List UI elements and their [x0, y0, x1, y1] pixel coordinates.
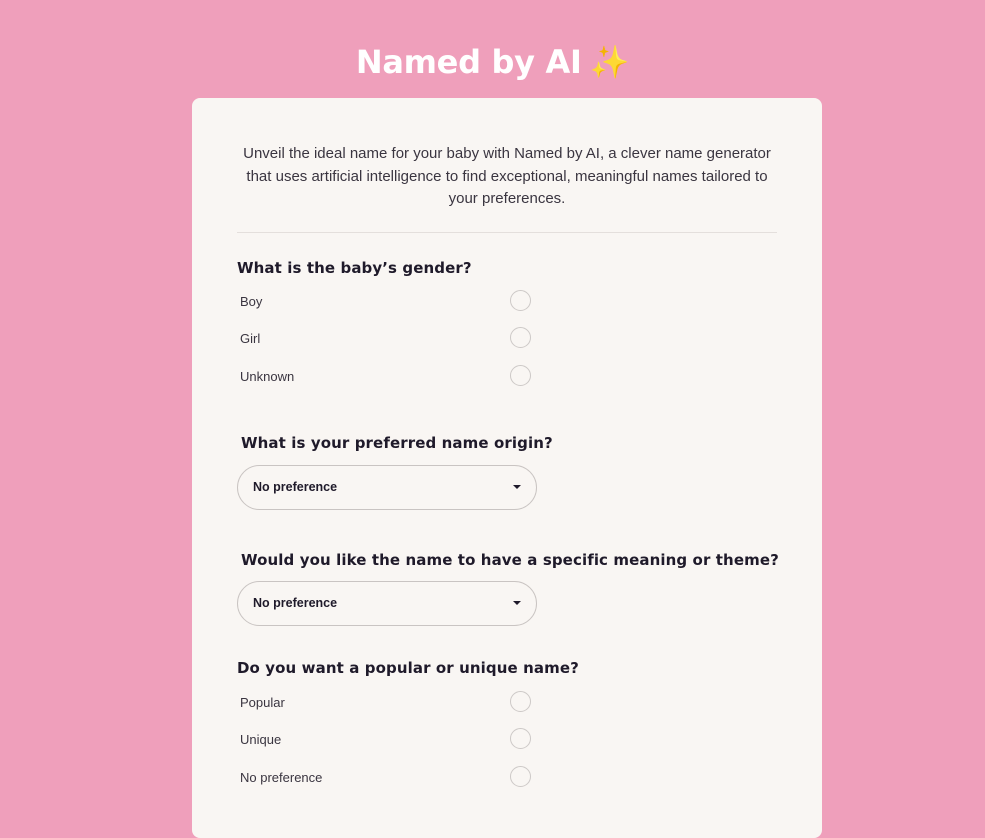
option-label: Girl [240, 331, 261, 346]
popularity-option-no-preference[interactable]: No preference [237, 764, 537, 792]
option-label: No preference [240, 770, 323, 785]
meaning-select[interactable]: No preference [237, 581, 537, 626]
meaning-question: Would you like the name to have a specif… [241, 551, 779, 569]
option-label: Popular [240, 695, 285, 710]
option-label: Unknown [240, 369, 295, 384]
gender-option-boy[interactable]: Boy [237, 288, 537, 316]
chevron-down-icon [513, 601, 521, 605]
divider [237, 232, 777, 233]
radio-button[interactable] [510, 327, 531, 348]
gender-question: What is the baby’s gender? [237, 259, 472, 277]
origin-select[interactable]: No preference [237, 465, 537, 510]
popularity-option-popular[interactable]: Popular [237, 689, 537, 717]
origin-select-value: No preference [253, 480, 338, 494]
radio-button[interactable] [510, 290, 531, 311]
radio-button[interactable] [510, 365, 531, 386]
option-label: Unique [240, 732, 282, 747]
option-label: Boy [240, 294, 263, 309]
gender-option-unknown[interactable]: Unknown [237, 363, 537, 391]
radio-button[interactable] [510, 728, 531, 749]
sparkles-icon: ✨ [589, 43, 630, 81]
gender-option-girl[interactable]: Girl [237, 325, 537, 353]
form-card: Unveil the ideal name for your baby with… [192, 98, 822, 838]
app-title: Named by AI ✨ [0, 40, 985, 84]
radio-button[interactable] [510, 691, 531, 712]
app-title-text: Named by AI [355, 43, 582, 81]
intro-text: Unveil the ideal name for your baby with… [243, 145, 771, 207]
origin-question: What is your preferred name origin? [241, 434, 553, 452]
popularity-option-unique[interactable]: Unique [237, 726, 537, 754]
chevron-down-icon [513, 485, 521, 489]
meaning-select-value: No preference [253, 596, 338, 610]
radio-button[interactable] [510, 766, 531, 787]
popularity-question: Do you want a popular or unique name? [237, 659, 579, 677]
